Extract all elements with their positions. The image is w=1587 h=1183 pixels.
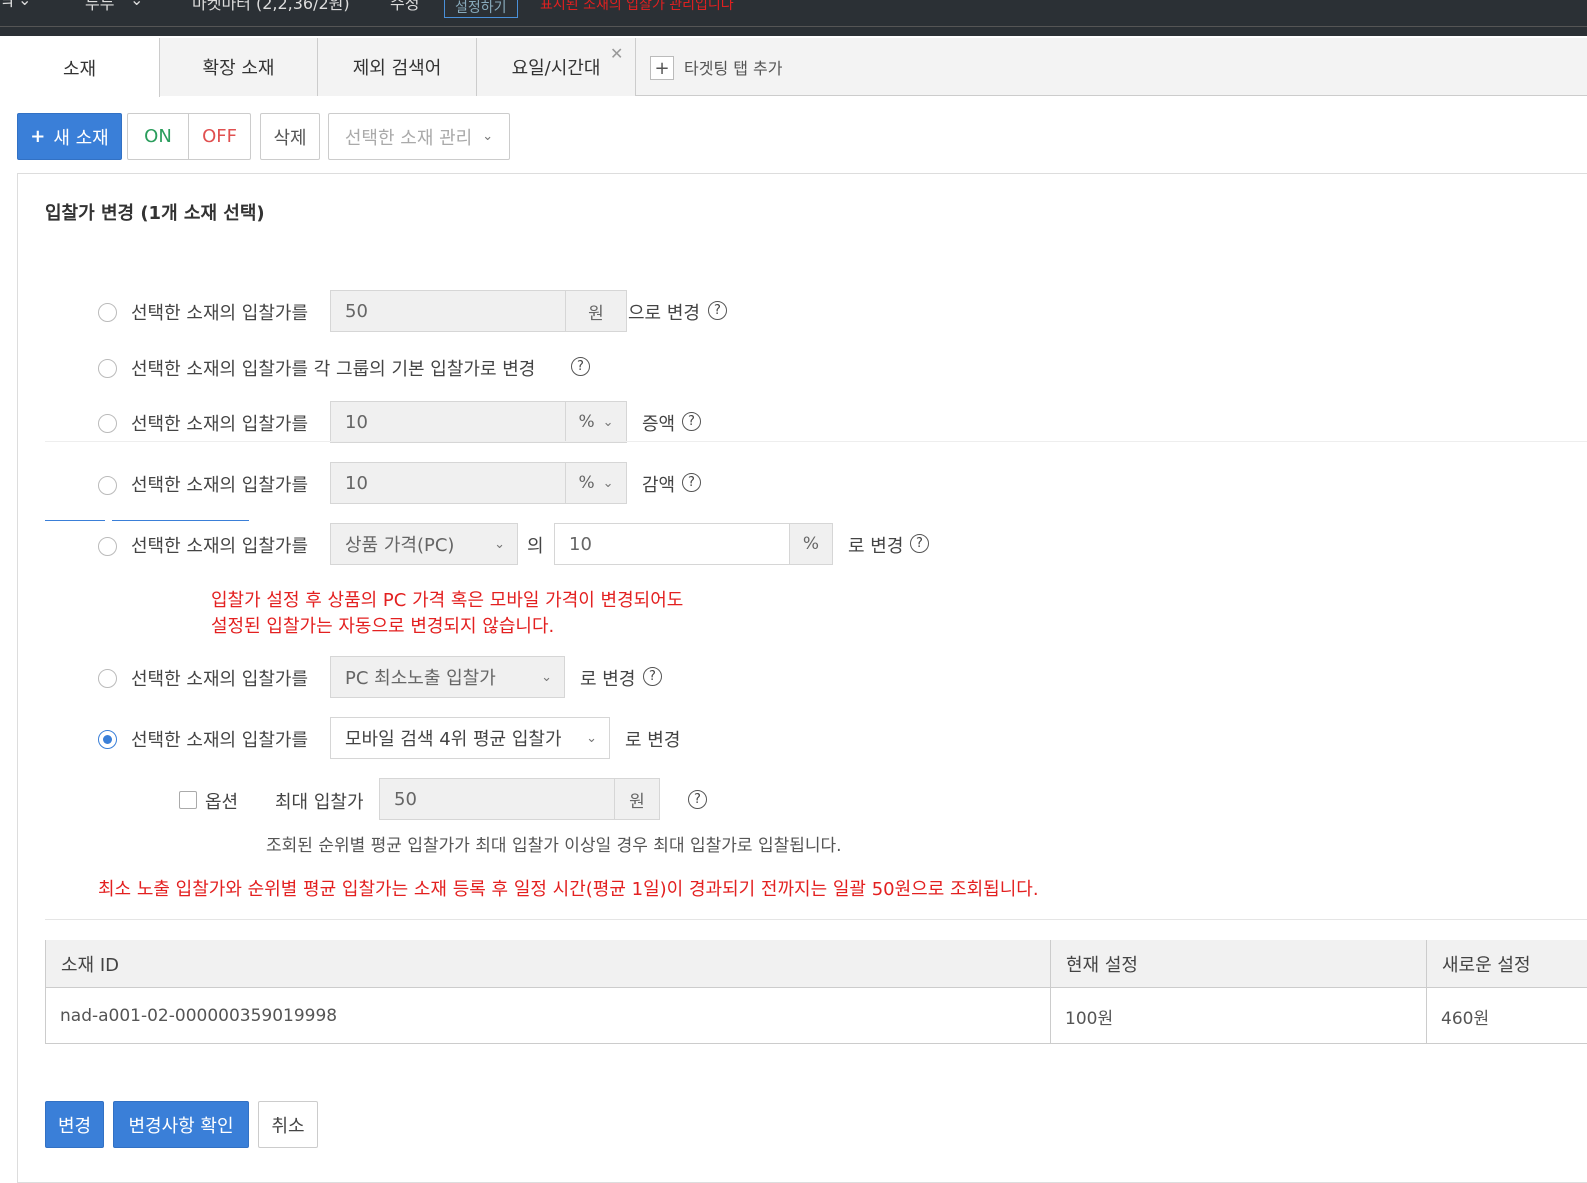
table-header-new: 새로운 설정 [1427, 940, 1587, 988]
pc-min-bid-select[interactable]: PC 최소노출 입찰가 ⌄ [330, 656, 565, 698]
unit-label: % [578, 412, 595, 432]
divider [45, 441, 1587, 442]
price-warning-1: 입찰가 설정 후 상품의 PC 가격 혹은 모바일 가격이 변경되어도 [211, 590, 684, 611]
divider [45, 919, 1587, 920]
decrease-percent-input[interactable]: 10 [330, 462, 566, 504]
unit-select[interactable]: % ⌄ [565, 401, 627, 443]
increase-percent-input[interactable]: 10 [330, 401, 566, 443]
option-label: 선택한 소재의 입찰가를 [131, 669, 309, 690]
off-button[interactable]: OFF [188, 113, 251, 160]
chevron-down-icon: ⌄ [494, 536, 505, 552]
new-creative-label: 새 소재 [53, 127, 109, 149]
chevron-down-icon: ⌄ [586, 730, 597, 746]
option-label: 선택한 소재의 입찰가를 [131, 475, 309, 496]
of-label: 의 [527, 536, 544, 557]
chevron-down-icon: ⌄ [541, 669, 552, 685]
cancel-button[interactable]: 취소 [258, 1101, 318, 1148]
mobile-rank-bid-label: 모바일 검색 4위 평균 입찰가 [345, 729, 562, 750]
bid-amount-input[interactable]: 50 [330, 290, 566, 332]
unit-label: % [578, 473, 595, 493]
table-header-current: 현재 설정 [1051, 940, 1427, 988]
divider [0, 26, 1587, 27]
bid-option-radio-3[interactable] [98, 414, 117, 433]
bid-option-radio-2[interactable] [98, 359, 117, 378]
max-bid-label: 최대 입찰가 [275, 792, 364, 813]
header-fragment: ㅋ [0, 0, 15, 13]
header-fragment: 수정 [390, 0, 420, 13]
help-icon[interactable]: ? [682, 412, 701, 431]
help-icon[interactable]: ? [643, 667, 662, 686]
chevron-down-icon[interactable]: ⌄ [130, 0, 143, 9]
bid-option-radio-6[interactable] [98, 669, 117, 688]
unit-select[interactable]: % ⌄ [565, 462, 627, 504]
unit-label: 원 [565, 290, 627, 332]
option-checkbox-label: 옵션 [205, 792, 239, 813]
divider [112, 520, 249, 521]
panel-title: 입찰가 변경 (1개 소재 선택) [45, 203, 265, 224]
table-cell-id: nad-a001-02-000000359019998 [60, 1006, 338, 1026]
manage-selected-dropdown[interactable]: 선택한 소재 관리 ⌄ [328, 113, 510, 160]
help-icon[interactable]: ? [682, 473, 701, 492]
bid-option-radio-7[interactable] [98, 730, 117, 749]
mobile-rank-bid-select[interactable]: 모바일 검색 4위 평균 입찰가 ⌄ [330, 717, 610, 759]
delete-button[interactable]: 삭제 [260, 113, 320, 160]
help-icon[interactable]: ? [688, 790, 707, 809]
plus-icon[interactable]: + [650, 56, 674, 80]
price-basis-select[interactable]: 상품 가격(PC) ⌄ [330, 523, 518, 565]
tab-extension[interactable]: 확장 소재 [160, 38, 318, 96]
bid-option-radio-4[interactable] [98, 476, 117, 495]
pc-min-bid-label: PC 최소노출 입찰가 [345, 668, 496, 689]
table-cell-current: 100원 [1065, 1008, 1114, 1029]
price-basis-label: 상품 가격(PC) [345, 535, 455, 556]
change-button[interactable]: 변경 [45, 1101, 104, 1148]
option-suffix: 으로 변경 [628, 303, 700, 324]
top-header-bar: ㅋ ⌄ 두두 ⌄ 마켓마터 (2,2,36/2원) 수정 설정하기 표시된 소재… [0, 0, 1587, 36]
chevron-down-icon: ⌄ [602, 414, 614, 430]
tab-negative-keywords[interactable]: 제외 검색어 [318, 38, 477, 96]
unit-label: % [789, 523, 833, 565]
new-creative-button[interactable]: + 새 소재 [17, 113, 122, 160]
table-cell-new: 460원 [1441, 1008, 1490, 1029]
plus-icon: + [30, 126, 46, 147]
price-warning-2: 설정된 입찰가는 자동으로 변경되지 않습니다. [211, 616, 555, 637]
max-bid-info: 조회된 순위별 평균 입찰가가 최대 입찰가 이상일 경우 최대 입찰가로 입찰… [266, 836, 842, 856]
chevron-down-icon: ⌄ [602, 475, 614, 491]
bid-option-radio-5[interactable] [98, 537, 117, 556]
option-suffix: 증액 [642, 414, 676, 435]
option-suffix: 로 변경 [580, 669, 636, 690]
option-suffix: 로 변경 [625, 730, 681, 751]
chevron-down-icon: ⌄ [482, 129, 494, 144]
option-suffix: 로 변경 [848, 536, 904, 557]
bid-notice: 최소 노출 입찰가와 순위별 평균 입찰가는 소재 등록 후 일정 시간(평균 … [98, 879, 1039, 900]
unit-label: 원 [614, 778, 660, 820]
add-targeting-tab[interactable]: 타겟팅 탭 추가 [684, 55, 783, 79]
max-bid-input[interactable]: 50 [379, 778, 615, 820]
help-icon[interactable]: ? [571, 357, 590, 376]
on-button[interactable]: ON [127, 113, 189, 160]
chevron-down-icon[interactable]: ⌄ [18, 0, 31, 9]
confirm-changes-button[interactable]: 변경사항 확인 [113, 1101, 249, 1148]
bid-option-radio-1[interactable] [98, 303, 117, 322]
option-suffix: 감액 [642, 475, 676, 496]
option-label: 선택한 소재의 입찰가를 [131, 536, 309, 557]
help-icon[interactable]: ? [708, 301, 727, 320]
option-label: 선택한 소재의 입찰가를 [131, 414, 309, 435]
header-fragment[interactable]: 두두 [85, 0, 114, 14]
header-action-button[interactable]: 설정하기 [444, 0, 518, 18]
tab-creative[interactable]: 소재 [0, 38, 160, 97]
manage-selected-label: 선택한 소재 관리 [344, 127, 473, 149]
header-notice: 표시된 소재의 입찰가 관리입니다 [540, 0, 734, 13]
option-label: 선택한 소재의 입찰가를 각 그룹의 기본 입찰가로 변경 [131, 359, 536, 380]
close-icon[interactable]: ✕ [610, 44, 623, 63]
option-checkbox[interactable] [179, 791, 197, 809]
option-label: 선택한 소재의 입찰가를 [131, 303, 309, 324]
option-label: 선택한 소재의 입찰가를 [131, 730, 309, 751]
header-fragment: 마켓마터 (2,2,36/2원) [192, 0, 350, 13]
divider [45, 520, 105, 521]
price-percent-input[interactable]: 10 [554, 523, 790, 565]
table-header-id: 소재 ID [46, 940, 1051, 988]
help-icon[interactable]: ? [910, 534, 929, 553]
